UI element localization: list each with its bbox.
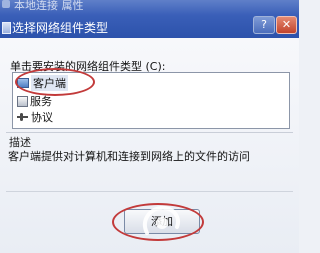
list-item-protocol[interactable]: 协议 (17, 109, 53, 125)
help-button[interactable]: ? (253, 16, 275, 34)
background-window-title: 本地连接 属性 (14, 0, 84, 12)
description-label: 描述 (9, 136, 31, 149)
close-button[interactable]: ✕ (276, 16, 297, 34)
annotation-circle-client (15, 68, 95, 96)
description-text: 客户端提供对计算机和连接到网络上的文件的访问 (8, 150, 250, 163)
dialog-icon (2, 22, 11, 34)
dialog-title: 选择网络组件类型 (12, 21, 109, 35)
protocol-icon (17, 112, 29, 123)
network-icon (2, 0, 10, 8)
list-item-label: 协议 (31, 111, 53, 124)
separator (6, 191, 293, 192)
watermark-logo (142, 205, 180, 235)
title-bar: 本地连接 属性 选择网络组件类型 ? ✕ (0, 0, 299, 38)
description-group: 描述 (6, 132, 293, 197)
service-icon (17, 95, 28, 107)
